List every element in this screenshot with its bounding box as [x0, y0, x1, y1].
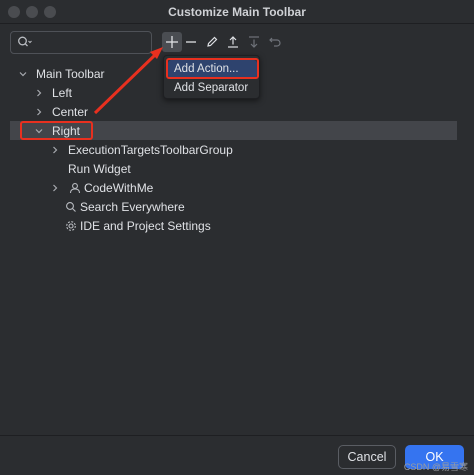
- watermark: CSDN @易雪寒: [403, 462, 468, 472]
- annotation-arrow: [93, 47, 163, 115]
- cancel-button[interactable]: Cancel: [338, 445, 396, 469]
